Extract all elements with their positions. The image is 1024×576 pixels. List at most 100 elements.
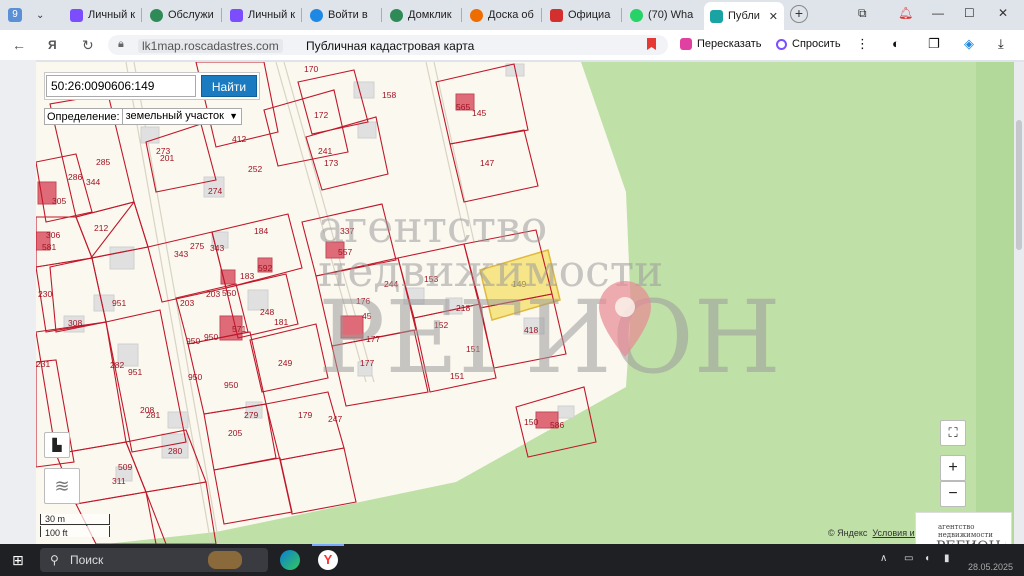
tab-favicon-icon bbox=[70, 8, 83, 22]
shield-icon[interactable]: ◈ bbox=[964, 36, 974, 52]
parcel-label: 581 bbox=[42, 242, 56, 252]
retell-button[interactable]: Пересказать bbox=[680, 38, 762, 50]
parcel-boundary[interactable] bbox=[297, 69, 369, 135]
parcel-label: 306 bbox=[46, 230, 60, 240]
parcel-label: 203 bbox=[206, 289, 220, 299]
tab-6[interactable]: Доска об bbox=[464, 4, 540, 26]
parcel-label: 275 bbox=[190, 241, 204, 251]
chevron-down-icon: ⌄ bbox=[36, 9, 45, 21]
parcel-label: 571 bbox=[232, 324, 246, 334]
cadastral-map[interactable]: 170 158 565 145 172 412 241 273 201 173 147 286 285 3… bbox=[36, 62, 976, 544]
minus-icon: − bbox=[948, 485, 958, 502]
url-field[interactable]: 🔒︎ lk1map.roscadastres.com Публичная кад… bbox=[108, 35, 668, 55]
tab-5[interactable]: Домклик bbox=[384, 4, 460, 26]
zoom-out-button[interactable]: − bbox=[940, 481, 966, 507]
parcel-label: 230 bbox=[38, 289, 52, 299]
tab-2[interactable]: Обслужи bbox=[144, 4, 220, 26]
layers-button[interactable]: ≋ bbox=[44, 468, 80, 504]
watermark-line-3: РЕГИОН bbox=[318, 279, 781, 396]
url-host: lk1map.roscadastres.com bbox=[138, 39, 283, 53]
page-margin bbox=[0, 60, 36, 544]
collections-icon[interactable]: ⧉ bbox=[858, 6, 867, 21]
retell-label: Пересказать bbox=[697, 38, 762, 50]
fullscreen-button[interactable]: ⛶ bbox=[940, 420, 966, 446]
tab-3[interactable]: Личный к bbox=[224, 4, 300, 26]
network-icon[interactable]: ▭ bbox=[904, 553, 913, 564]
edge-icon[interactable] bbox=[280, 550, 300, 570]
tab-counter[interactable]: 9 bbox=[4, 4, 26, 26]
zoom-in-button[interactable]: + bbox=[940, 455, 966, 481]
definition-selected: земельный участок bbox=[125, 110, 224, 122]
tab-label: Доска об bbox=[488, 9, 534, 21]
plus-icon: + bbox=[948, 459, 958, 476]
tab-bar: 9 ⌄ Личный к Обслужи Личный к Войти в До… bbox=[0, 0, 1024, 30]
definition-value[interactable]: земельный участок ▼ bbox=[121, 109, 241, 124]
ask-button[interactable]: Спросить bbox=[776, 38, 841, 50]
ask-icon bbox=[776, 38, 787, 50]
maximize-icon[interactable]: ☐ bbox=[964, 6, 975, 20]
back-icon[interactable]: ← bbox=[12, 37, 26, 53]
tab-4[interactable]: Войти в bbox=[304, 4, 380, 26]
extension-icon[interactable]: ◐ bbox=[892, 36, 900, 51]
parcel-label: 950 bbox=[188, 372, 202, 382]
parcel-label: 252 bbox=[248, 164, 262, 174]
parcel-label: 241 bbox=[318, 146, 332, 156]
definition-select[interactable]: Определение: земельный участок ▼ bbox=[44, 108, 242, 125]
chevron-up-icon[interactable]: ∧ bbox=[880, 553, 887, 564]
tab-list-button[interactable]: ⌄ bbox=[30, 4, 56, 26]
find-button[interactable]: Найти bbox=[201, 75, 257, 97]
tab-favicon-icon bbox=[310, 8, 323, 22]
parcel-label: 950 bbox=[224, 380, 238, 390]
tab-favicon-icon bbox=[710, 9, 723, 23]
more-icon[interactable]: ⋮ bbox=[856, 36, 869, 52]
window-close-icon[interactable]: ✕ bbox=[998, 6, 1008, 20]
tab-8[interactable]: (70) Wha bbox=[624, 4, 700, 26]
parcel-label: 173 bbox=[324, 158, 338, 168]
tab-7[interactable]: Официа bbox=[544, 4, 620, 26]
windows-start-icon[interactable]: ⊞ bbox=[12, 552, 24, 569]
parcel-label: 344 bbox=[86, 177, 100, 187]
tab-favicon-icon bbox=[230, 8, 243, 22]
parcel-label: 145 bbox=[472, 108, 486, 118]
tab-1[interactable]: Личный к bbox=[64, 4, 140, 26]
layers-icon: ≋ bbox=[54, 475, 70, 496]
scrollbar-thumb[interactable] bbox=[1016, 120, 1022, 250]
terms-link[interactable]: Условия ис bbox=[872, 528, 919, 538]
map-canvas[interactable]: 170158565145172412241273201 173 1472862853… bbox=[36, 62, 976, 544]
definition-label: Определение: bbox=[47, 110, 120, 123]
parcel-label: 285 bbox=[96, 157, 110, 167]
notifications-icon[interactable]: 🔔︎ bbox=[898, 6, 913, 20]
reload-icon[interactable]: ↻ bbox=[82, 37, 94, 54]
taskbar-search[interactable]: ⚲ Поиск bbox=[40, 548, 268, 572]
taskbar-search-label: Поиск bbox=[70, 553, 104, 567]
yandex-icon[interactable]: Я bbox=[48, 38, 57, 52]
parcel-label: 172 bbox=[314, 110, 328, 120]
tab-counter-badge: 9 bbox=[8, 8, 22, 22]
tab-label: Личный к bbox=[248, 9, 296, 21]
parcel-label: 311 bbox=[112, 476, 126, 486]
cadastral-number-input[interactable]: 50:26:0090606:149 bbox=[46, 75, 196, 97]
parcel-label: 170 bbox=[304, 64, 318, 74]
copyright-text: © Яндекс bbox=[828, 528, 868, 538]
parcel-label: 150 bbox=[524, 417, 538, 427]
parcel-label: 247 bbox=[328, 414, 342, 424]
new-tab-button[interactable]: + bbox=[790, 5, 808, 23]
tab-label: Личный к bbox=[88, 9, 136, 21]
volume-icon[interactable]: ◖ bbox=[924, 553, 930, 564]
parcel-boundary[interactable] bbox=[213, 457, 293, 525]
bookmark-icon[interactable] bbox=[647, 38, 656, 50]
fullscreen-icon: ⛶ bbox=[948, 425, 958, 440]
parcel-label: 274 bbox=[208, 186, 222, 196]
retell-icon bbox=[680, 38, 692, 50]
parcel-boundary[interactable] bbox=[263, 89, 349, 167]
close-icon[interactable]: ✕ bbox=[769, 10, 778, 23]
page-title: Публичная кадастровая карта bbox=[306, 39, 475, 53]
minimize-icon[interactable]: — bbox=[932, 6, 944, 20]
battery-icon[interactable]: ▮ bbox=[944, 553, 950, 564]
download-icon[interactable]: ⤓ bbox=[998, 36, 1004, 52]
parcel-boundary[interactable] bbox=[279, 447, 357, 515]
yandex-browser-icon[interactable]: Y bbox=[318, 550, 338, 570]
ruler-button[interactable]: ▙ bbox=[44, 432, 70, 458]
collections-icon[interactable]: ❐ bbox=[928, 36, 940, 52]
tab-active[interactable]: Публи ✕ bbox=[704, 2, 784, 30]
